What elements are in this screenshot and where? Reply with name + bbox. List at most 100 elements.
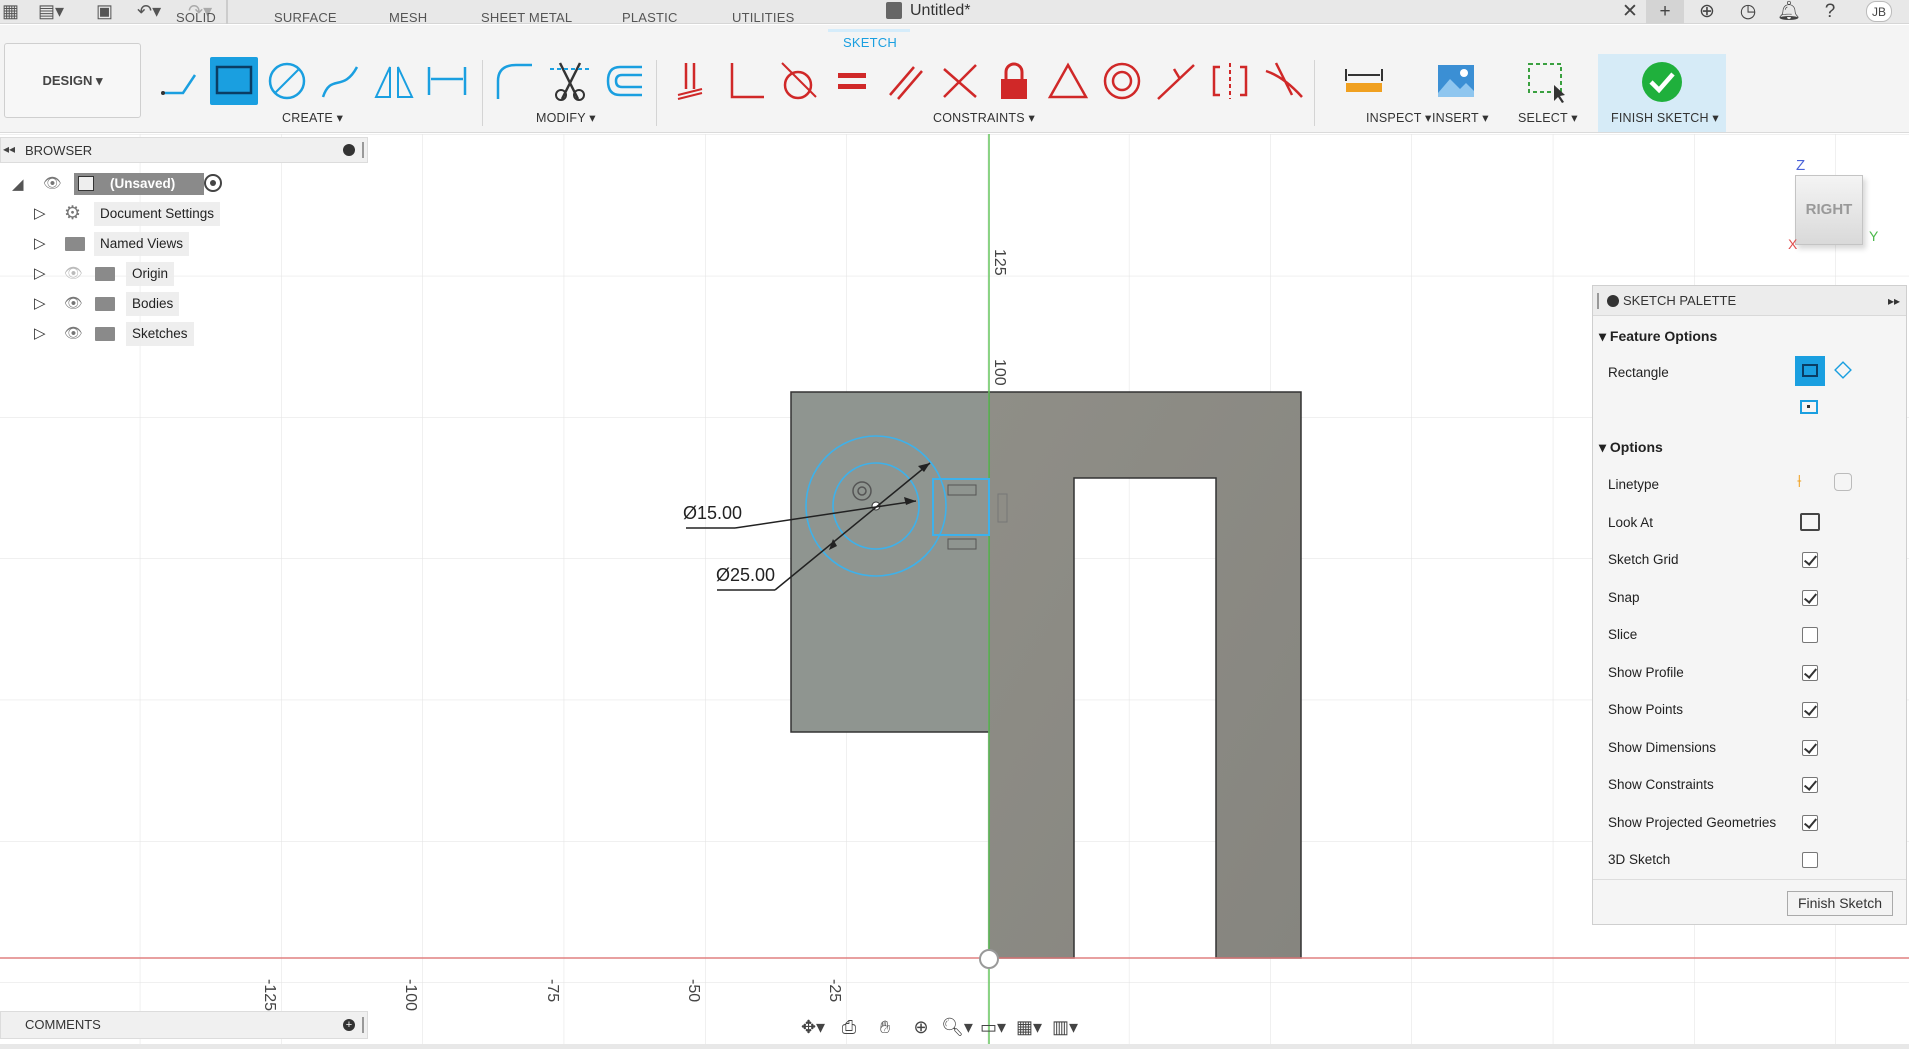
app-grid-icon[interactable]: ▦ (2, 0, 19, 22)
browser-item-sketches[interactable]: ▷ 👁︎ Sketches (34, 321, 224, 347)
browser-minimize-icon[interactable] (343, 144, 355, 156)
inspect-menu[interactable]: INSPECT ▾ (1366, 110, 1432, 125)
add-comment-icon[interactable]: + (343, 1019, 355, 1031)
look-at-icon[interactable] (1800, 513, 1820, 531)
tab-sketch[interactable]: SKETCH (843, 33, 897, 53)
expand-icon[interactable]: ▷ (34, 204, 46, 222)
mirror-tool-icon[interactable] (370, 57, 418, 105)
save-icon[interactable]: ▣ (96, 0, 113, 22)
browser-item-named-views[interactable]: ▷ Named Views (34, 231, 224, 257)
tab-sheet-metal[interactable]: SHEET METAL (481, 8, 572, 28)
trim-tool-icon[interactable] (546, 57, 594, 105)
notifications-icon[interactable]: 🔔︎ (1770, 0, 1808, 24)
options-section[interactable]: ▾ Options (1599, 439, 1663, 456)
slice-checkbox[interactable] (1802, 627, 1818, 643)
collinear-constraint-icon[interactable] (1152, 57, 1200, 105)
feature-options-section[interactable]: ▾ Feature Options (1599, 328, 1717, 345)
create-menu[interactable]: CREATE ▾ (282, 110, 343, 125)
show-dimensions-checkbox[interactable] (1802, 740, 1818, 756)
grid-settings-icon[interactable]: ▦▾ (1013, 1017, 1045, 1038)
browser-item-bodies[interactable]: ▷ 👁︎ Bodies (34, 291, 224, 317)
comments-panel[interactable]: COMMENTS + (0, 1011, 368, 1039)
fit-icon[interactable]: 🔍︎▾ (941, 1017, 973, 1038)
user-avatar[interactable]: JB (1866, 1, 1892, 22)
finish-sketch-check-icon[interactable] (1638, 58, 1686, 106)
show-profile-checkbox[interactable] (1802, 665, 1818, 681)
sketch-grid-checkbox[interactable] (1802, 552, 1818, 568)
tab-surface[interactable]: SURFACE (274, 8, 337, 28)
tab-utilities[interactable]: UTILITIES (732, 8, 794, 28)
palette-drag-handle[interactable] (1597, 293, 1599, 309)
insert-menu[interactable]: INSERT ▾ (1432, 110, 1489, 125)
offset-tool-icon[interactable] (600, 57, 648, 105)
expand-icon[interactable]: ▷ (34, 234, 46, 252)
midpoint-constraint-icon[interactable] (1044, 57, 1092, 105)
center-rectangle-icon[interactable] (1800, 400, 1818, 414)
new-tab-icon[interactable]: + (1646, 0, 1684, 24)
concentric-constraint-icon[interactable] (1098, 57, 1146, 105)
window-select-icon[interactable] (1522, 57, 1570, 105)
perpendicular-constraint-icon[interactable] (720, 57, 768, 105)
tab-mesh[interactable]: MESH (389, 8, 427, 28)
construction-linetype-icon[interactable]: ⟊ (1797, 471, 1802, 492)
workspace-switcher[interactable]: DESIGN ▾ (4, 43, 141, 118)
three-point-rectangle-icon[interactable] (1834, 361, 1852, 379)
coincident-constraint-icon[interactable] (666, 57, 714, 105)
line-tool-icon[interactable] (155, 57, 203, 105)
collapse-root-icon[interactable]: ◢ (12, 175, 24, 193)
curvature-constraint-icon[interactable] (1260, 57, 1308, 105)
modify-menu[interactable]: MODIFY ▾ (536, 110, 596, 125)
select-menu[interactable]: SELECT ▾ (1518, 110, 1578, 125)
tab-solid[interactable]: SOLID (176, 8, 216, 28)
insert-image-icon[interactable] (1432, 57, 1480, 105)
expand-icon[interactable]: ▷ (34, 324, 46, 342)
show-projected-geometries-checkbox[interactable] (1802, 815, 1818, 831)
collapse-browser-icon[interactable]: ◂◂ (3, 142, 15, 156)
fix-constraint-icon[interactable] (990, 57, 1038, 105)
visibility-eye-icon[interactable]: 👁︎ (64, 324, 83, 342)
constraints-menu[interactable]: CONSTRAINTS ▾ (933, 110, 1035, 125)
fillet-tool-icon[interactable] (490, 57, 538, 105)
browser-resize-handle[interactable] (362, 142, 364, 158)
browser-header[interactable]: ◂◂ BROWSER (0, 137, 368, 163)
close-tab-icon[interactable]: ✕ (1611, 0, 1649, 24)
browser-root-row[interactable]: ◢ 👁︎ (Unsaved) (12, 171, 228, 197)
pan-icon[interactable]: ✋︎ (869, 1017, 901, 1038)
comments-resize-handle[interactable] (362, 1017, 364, 1033)
parallel-constraint-icon[interactable] (882, 57, 930, 105)
display-settings-icon[interactable]: ▭▾ (977, 1017, 1009, 1038)
dimension-tool-icon[interactable] (423, 57, 471, 105)
viewcube[interactable]: RIGHT (1795, 175, 1863, 245)
show-points-checkbox[interactable] (1802, 702, 1818, 718)
rectangle-tool-icon[interactable] (210, 57, 258, 105)
activate-radio-icon[interactable] (204, 174, 222, 192)
zoom-icon[interactable]: ⊕ (905, 1017, 937, 1038)
orbit-icon[interactable]: ✥▾ (797, 1017, 829, 1038)
browser-item-document-settings[interactable]: ▷ ⚙ Document Settings (34, 201, 224, 227)
look-at-nav-icon[interactable]: ⎙ (833, 1017, 865, 1038)
equal-constraint-icon[interactable] (828, 57, 876, 105)
symmetry-constraint-icon[interactable] (1206, 57, 1254, 105)
finish-sketch-menu[interactable]: FINISH SKETCH ▾ (1611, 110, 1719, 125)
extensions-icon[interactable]: ⊕ (1688, 0, 1726, 24)
finish-sketch-button[interactable]: Finish Sketch (1787, 891, 1893, 916)
file-menu-icon[interactable]: ▤▾ (38, 0, 64, 22)
palette-header[interactable]: SKETCH PALETTE ▸▸ (1593, 286, 1906, 316)
palette-expand-icon[interactable]: ▸▸ (1888, 286, 1900, 316)
visibility-eye-icon[interactable]: 👁︎ (64, 294, 83, 312)
3d-sketch-checkbox[interactable] (1802, 852, 1818, 868)
viewports-icon[interactable]: ▥▾ (1049, 1017, 1081, 1038)
undo-icon[interactable]: ↶▾ (137, 0, 161, 22)
spline-tool-icon[interactable] (317, 57, 365, 105)
measure-tool-icon[interactable] (1340, 57, 1388, 105)
help-icon[interactable]: ? (1811, 0, 1849, 24)
hidden-eye-icon[interactable]: 👁︎ (64, 264, 83, 282)
palette-minimize-icon[interactable] (1607, 295, 1619, 307)
tangent-constraint-icon[interactable] (774, 57, 822, 105)
expand-icon[interactable]: ▷ (34, 294, 46, 312)
two-point-rectangle-icon[interactable] (1795, 356, 1825, 386)
circle-tool-icon[interactable] (263, 57, 311, 105)
snap-checkbox[interactable] (1802, 590, 1818, 606)
centerline-linetype-icon[interactable] (1834, 473, 1852, 491)
browser-item-origin[interactable]: ▷ 👁︎ Origin (34, 261, 224, 287)
